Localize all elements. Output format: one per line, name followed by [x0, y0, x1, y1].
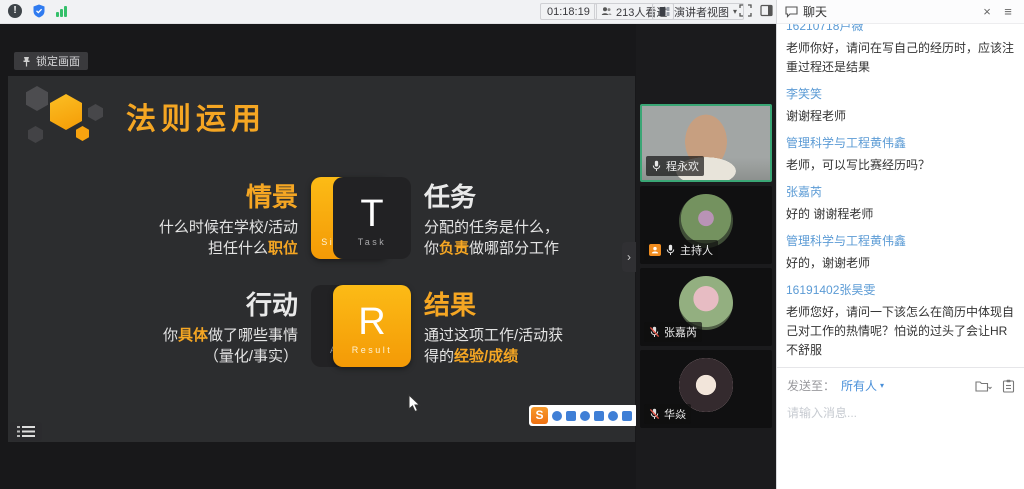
situation-title: 情景 [246, 177, 298, 214]
quadrant-task: T Task 任务 分配的任务是什么， 你负责做哪部分工作 [333, 177, 619, 259]
chat-composer: 发送至： 所有人 ▾ [777, 367, 1024, 489]
result-card: R Result [333, 285, 411, 367]
meeting-timer: 01:18:19 [540, 3, 597, 20]
chevron-down-icon: ▾ [880, 381, 884, 390]
chat-message-input[interactable] [787, 406, 1015, 420]
pin-icon [22, 56, 31, 67]
chat-panel-title: 聊天 [803, 3, 827, 20]
host-badge-icon [649, 244, 661, 256]
mic-on-icon [665, 244, 676, 256]
participant-name: 华焱 [664, 406, 686, 422]
video-tile-4[interactable]: 华焱 [640, 350, 772, 428]
chat-sender-name: 管理科学与工程黄伟鑫 [786, 134, 1016, 153]
participant-name: 程永欢 [666, 158, 699, 174]
chat-message-text: 好的，谢谢老师 [786, 254, 1016, 273]
slide-title: 法则运用 [126, 94, 266, 138]
send-to-label: 发送至： [787, 377, 835, 394]
slide-list-button[interactable] [10, 422, 42, 441]
menu-icon[interactable]: ≡ [1000, 4, 1016, 19]
chat-bubble-icon [785, 5, 798, 18]
quadrant-result: R Result 结果 通过这项工作/活动获 得的经验/成绩 [333, 285, 619, 367]
chevron-down-icon: ▾ [733, 7, 737, 16]
result-title: 结果 [424, 285, 476, 322]
speaker-view-icon [659, 6, 670, 17]
chat-notes-icon[interactable] [1002, 379, 1015, 393]
presentation-area: 锁定画面 法则运用 情景 什么时候在学校/活动 担任什么职位 S Si [0, 24, 636, 489]
watermark-logo-icon: S [531, 407, 548, 424]
mouse-cursor [408, 394, 421, 413]
chat-sender-name: 李笑笑 [786, 85, 1016, 104]
view-mode-button[interactable]: 演讲者视图 ▾ [652, 3, 744, 20]
situation-line1: 什么时候在学校/活动 [159, 217, 298, 238]
mic-muted-icon [649, 408, 660, 420]
slide-watermark: S [529, 405, 638, 426]
chat-message-text: 好的 谢谢程老师 [786, 205, 1016, 224]
chat-message-text: 老师你好，请问在写自己的经历时，应该注重过程还是结果 [786, 39, 1016, 77]
chat-message-text: 谢谢程老师 [786, 107, 1016, 126]
side-panel-icon [760, 4, 773, 17]
chat-history-folder-icon[interactable] [975, 379, 992, 393]
video-tile-2[interactable]: 主持人 [640, 186, 772, 264]
video-thumbnail-strip: 程永欢 主持人 [636, 24, 776, 489]
viewers-icon [601, 6, 612, 17]
action-title: 行动 [246, 285, 298, 322]
action-line2: （量化/事实） [204, 346, 298, 367]
action-line1: 你具体做了哪些事情 [163, 325, 298, 346]
situation-line2: 担任什么职位 [208, 238, 298, 259]
video-tile-3[interactable]: 张嘉芮 [640, 268, 772, 346]
participant-name: 张嘉芮 [664, 324, 697, 340]
chat-message-list[interactable]: 16210718卢薇老师你好，请问在写自己的经历时，应该注重过程还是结果李笑笑谢… [777, 24, 1024, 367]
network-signal-icon[interactable] [56, 5, 67, 17]
chevron-right-icon: › [627, 250, 631, 264]
list-icon [17, 426, 35, 437]
security-shield-icon[interactable] [32, 4, 46, 18]
participant-name: 主持人 [680, 242, 713, 258]
task-card: T Task [333, 177, 411, 259]
chat-panel: 聊天 × ≡ 16210718卢薇老师你好，请问在写自己的经历时，应该注重过程还… [776, 0, 1024, 489]
chat-sender-name: 16210718卢薇 [786, 24, 1016, 36]
fullscreen-button[interactable] [739, 4, 752, 17]
video-tile-1[interactable]: 程永欢 [640, 104, 772, 182]
mic-muted-icon [649, 326, 660, 338]
close-icon[interactable]: × [979, 4, 995, 19]
fullscreen-icon [739, 4, 752, 17]
hexagon-decoration-icon [24, 84, 110, 148]
send-to-dropdown[interactable]: 所有人 [841, 377, 877, 394]
task-line1: 分配的任务是什么， [424, 217, 559, 238]
result-line1: 通过这项工作/活动获 [424, 325, 563, 346]
mic-on-icon [651, 160, 662, 172]
pin-view-button[interactable]: 锁定画面 [14, 52, 88, 70]
collapse-panel-handle[interactable]: › [622, 242, 636, 272]
chat-header: 聊天 × ≡ [777, 0, 1024, 24]
meeting-info-icon[interactable]: ! [8, 4, 22, 18]
result-line2: 得的经验/成绩 [424, 346, 518, 367]
chat-sender-name: 管理科学与工程黄伟鑫 [786, 232, 1016, 251]
chat-sender-name: 16191402张昊雯 [786, 281, 1016, 300]
slide: 法则运用 情景 什么时候在学校/活动 担任什么职位 S Situation T … [8, 76, 635, 442]
task-line2: 你负责做哪部分工作 [424, 238, 559, 259]
chat-sender-name: 张嘉芮 [786, 183, 1016, 202]
side-panel-button[interactable] [760, 4, 773, 17]
chat-message-text: 老师您好，请问一下该怎么在简历中体现自己对工作的热情呢？怕说的过头了会让HR不舒… [786, 303, 1016, 360]
meeting-window: ! 01:18:19 213人看过 演讲者视图 ▾ [0, 0, 1024, 489]
task-title: 任务 [424, 177, 476, 214]
chat-message-text: 老师，可以写比赛经历吗？ [786, 156, 1016, 175]
status-bar: ! 01:18:19 213人看过 演讲者视图 ▾ [0, 0, 778, 24]
